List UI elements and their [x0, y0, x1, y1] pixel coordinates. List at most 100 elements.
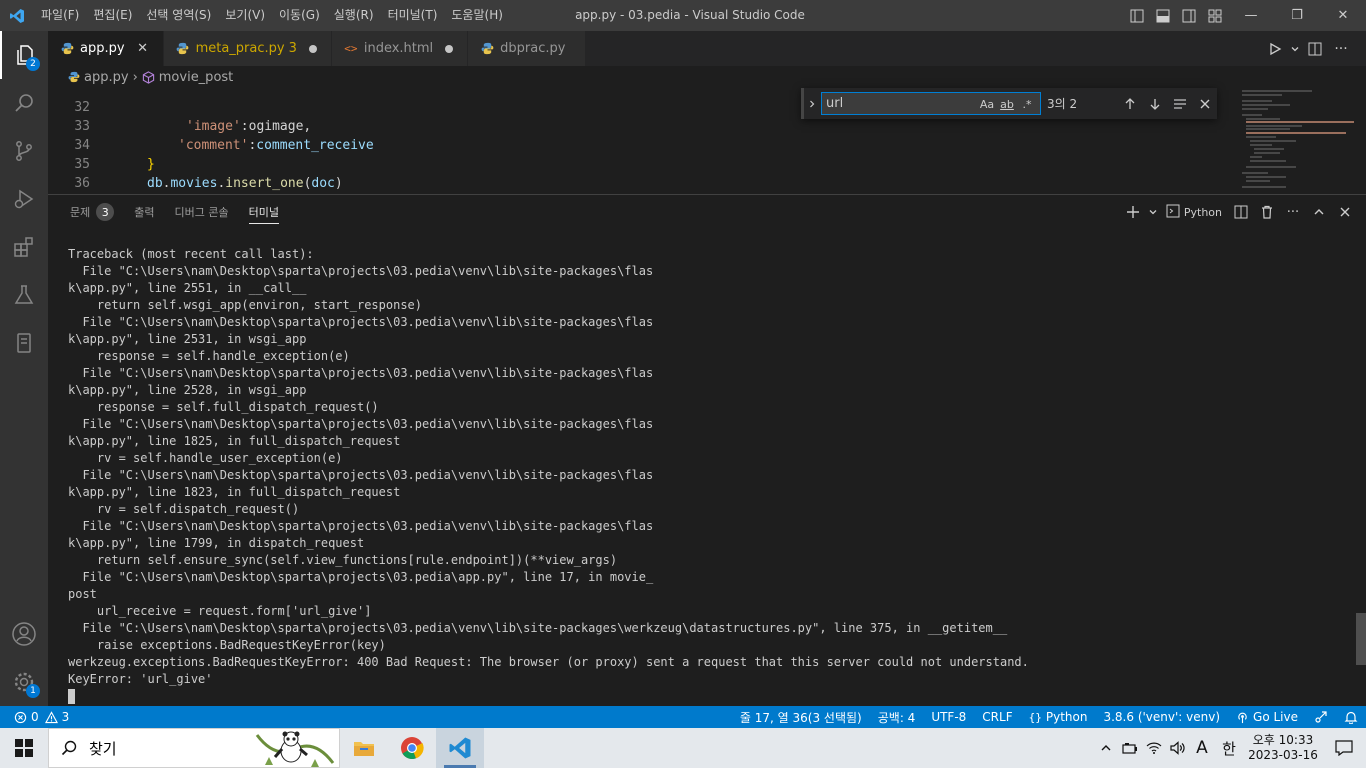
trash-icon	[1262, 205, 1272, 219]
problems-status[interactable]: 0 3	[8, 706, 77, 728]
close-tab-icon[interactable]: ✕	[133, 39, 153, 59]
indentation[interactable]: 공백: 4	[870, 706, 924, 728]
restore-button[interactable]: ❐	[1274, 0, 1320, 31]
next-match-button[interactable]	[1142, 88, 1167, 119]
tray-device-icon[interactable]	[1118, 728, 1142, 768]
run-python-file-button[interactable]	[1262, 31, 1288, 66]
run-options-dropdown[interactable]	[1288, 31, 1302, 66]
explorer-button[interactable]: 2	[0, 31, 48, 79]
tab-debug-console[interactable]: 디버그 콘솔	[165, 195, 239, 229]
action-center-button[interactable]	[1322, 728, 1366, 768]
split-editor-button[interactable]	[1302, 31, 1328, 66]
kill-terminal-button[interactable]	[1254, 195, 1280, 229]
extensions-button[interactable]	[0, 223, 48, 271]
tab-dbprac-py[interactable]: dbprac.py	[468, 31, 587, 66]
taskbar-clock[interactable]: 오후 10:33 2023-03-16	[1244, 728, 1322, 768]
terminal-line: Traceback (most recent call last):	[68, 247, 314, 261]
tab-meta-prac-py[interactable]: meta_prac.py 3	[163, 31, 332, 66]
whole-word-toggle[interactable]: ab	[997, 95, 1017, 113]
ime-mode-indicator[interactable]: A	[1190, 728, 1214, 768]
new-terminal-button[interactable]	[1120, 195, 1146, 229]
search-button[interactable]	[0, 79, 48, 127]
terminal-scrollbar-thumb[interactable]	[1356, 613, 1366, 665]
toggle-panel-icon[interactable]	[1150, 0, 1176, 31]
editor-scrollbar[interactable]	[1354, 88, 1366, 194]
notifications-button[interactable]	[1336, 706, 1366, 728]
encoding[interactable]: UTF-8	[923, 706, 974, 728]
toggle-replace-button[interactable]	[801, 88, 819, 119]
terminal-line: response = self.full_dispatch_request()	[68, 400, 379, 414]
more-actions-button[interactable]: ···	[1328, 31, 1354, 66]
cursor-position[interactable]: 줄 17, 열 36(3 선택됨)	[732, 706, 870, 728]
panel-more-actions-button[interactable]: ···	[1280, 195, 1306, 229]
html-file-icon: <>	[344, 42, 358, 55]
clock-time: 오후 10:33	[1252, 733, 1314, 747]
arrow-up-icon	[1125, 97, 1134, 109]
terminal-shell-selector[interactable]: Python	[1166, 204, 1222, 221]
close-panel-button[interactable]	[1332, 195, 1358, 229]
volume-icon[interactable]	[1166, 728, 1190, 768]
regex-toggle[interactable]: .*	[1017, 95, 1037, 113]
taskbar-chrome[interactable]	[388, 728, 436, 768]
find-query-text: url	[826, 96, 844, 111]
split-terminal-button[interactable]	[1228, 195, 1254, 229]
close-find-button[interactable]	[1192, 88, 1217, 119]
folder-icon	[354, 742, 374, 756]
match-case-toggle[interactable]: Aa	[977, 95, 997, 113]
menu-terminal[interactable]: 터미널(T)	[381, 0, 445, 31]
tab-output[interactable]: 출력	[124, 195, 164, 229]
show-hidden-icons-button[interactable]	[1094, 728, 1118, 768]
tab-problems[interactable]: 문제 3	[60, 195, 124, 229]
unsaved-dot-icon[interactable]	[308, 44, 317, 53]
menu-file[interactable]: 파일(F)	[34, 0, 86, 31]
language-mode[interactable]: {} Python	[1021, 706, 1096, 728]
terminal-line: k\app.py", line 2528, in wsgi_app	[68, 383, 307, 397]
source-control-button[interactable]	[0, 127, 48, 175]
testing-button[interactable]	[0, 271, 48, 319]
start-button[interactable]	[0, 728, 48, 768]
customize-layout-icon[interactable]	[1202, 0, 1228, 31]
breadcrumb-file[interactable]: app.py	[68, 70, 129, 85]
wifi-icon[interactable]	[1142, 728, 1166, 768]
breadcrumb-symbol[interactable]: movie_post	[142, 70, 233, 85]
maximize-panel-button[interactable]	[1306, 195, 1332, 229]
minimize-button[interactable]: —	[1228, 0, 1274, 31]
remote-explorer-button[interactable]	[0, 319, 48, 367]
code-line: 35 db.movies.insert_one(doc)	[48, 136, 1238, 191]
close-button[interactable]: ✕	[1320, 0, 1366, 31]
terminal-profiles-dropdown[interactable]	[1146, 195, 1160, 229]
settings-badge: 1	[26, 684, 40, 698]
tab-terminal[interactable]: 터미널	[239, 195, 289, 229]
unsaved-dot-icon[interactable]	[445, 44, 454, 53]
go-live-button[interactable]: Go Live	[1228, 706, 1306, 728]
menu-run[interactable]: 실행(R)	[327, 0, 381, 31]
terminal-output[interactable]: Traceback (most recent call last): File …	[68, 246, 1348, 706]
taskbar-vscode[interactable]	[436, 728, 484, 768]
toggle-secondary-sidebar-icon[interactable]	[1176, 0, 1202, 31]
taskbar-search[interactable]: 찾기	[48, 728, 340, 768]
accounts-button[interactable]	[0, 610, 48, 658]
tab-index-html[interactable]: <> index.html	[331, 31, 469, 66]
terminal-cursor	[68, 689, 75, 704]
manage-button[interactable]: 1	[0, 658, 48, 706]
feedback-button[interactable]	[1306, 706, 1336, 728]
menu-edit[interactable]: 편집(E)	[86, 0, 139, 31]
python-interpreter[interactable]: 3.8.6 ('venv': venv)	[1095, 706, 1228, 728]
end-of-line[interactable]: CRLF	[974, 706, 1020, 728]
problem-count-badge: 3	[288, 41, 297, 56]
find-in-selection-button[interactable]	[1167, 88, 1192, 119]
taskbar-file-explorer[interactable]	[340, 728, 388, 768]
menu-selection[interactable]: 선택 영역(S)	[139, 0, 218, 31]
flask-icon	[14, 285, 34, 304]
menu-go[interactable]: 이동(G)	[272, 0, 327, 31]
language-indicator[interactable]: 한	[1214, 728, 1244, 768]
run-debug-button[interactable]	[0, 175, 48, 223]
tab-app-py[interactable]: app.py ✕	[48, 31, 164, 66]
minimap[interactable]	[1238, 88, 1354, 194]
previous-match-button[interactable]	[1117, 88, 1142, 119]
menu-help[interactable]: 도움말(H)	[444, 0, 510, 31]
extensions-icon	[14, 237, 33, 257]
find-input[interactable]: url Aa ab .*	[821, 92, 1041, 115]
toggle-primary-sidebar-icon[interactable]	[1124, 0, 1150, 31]
menu-view[interactable]: 보기(V)	[218, 0, 272, 31]
